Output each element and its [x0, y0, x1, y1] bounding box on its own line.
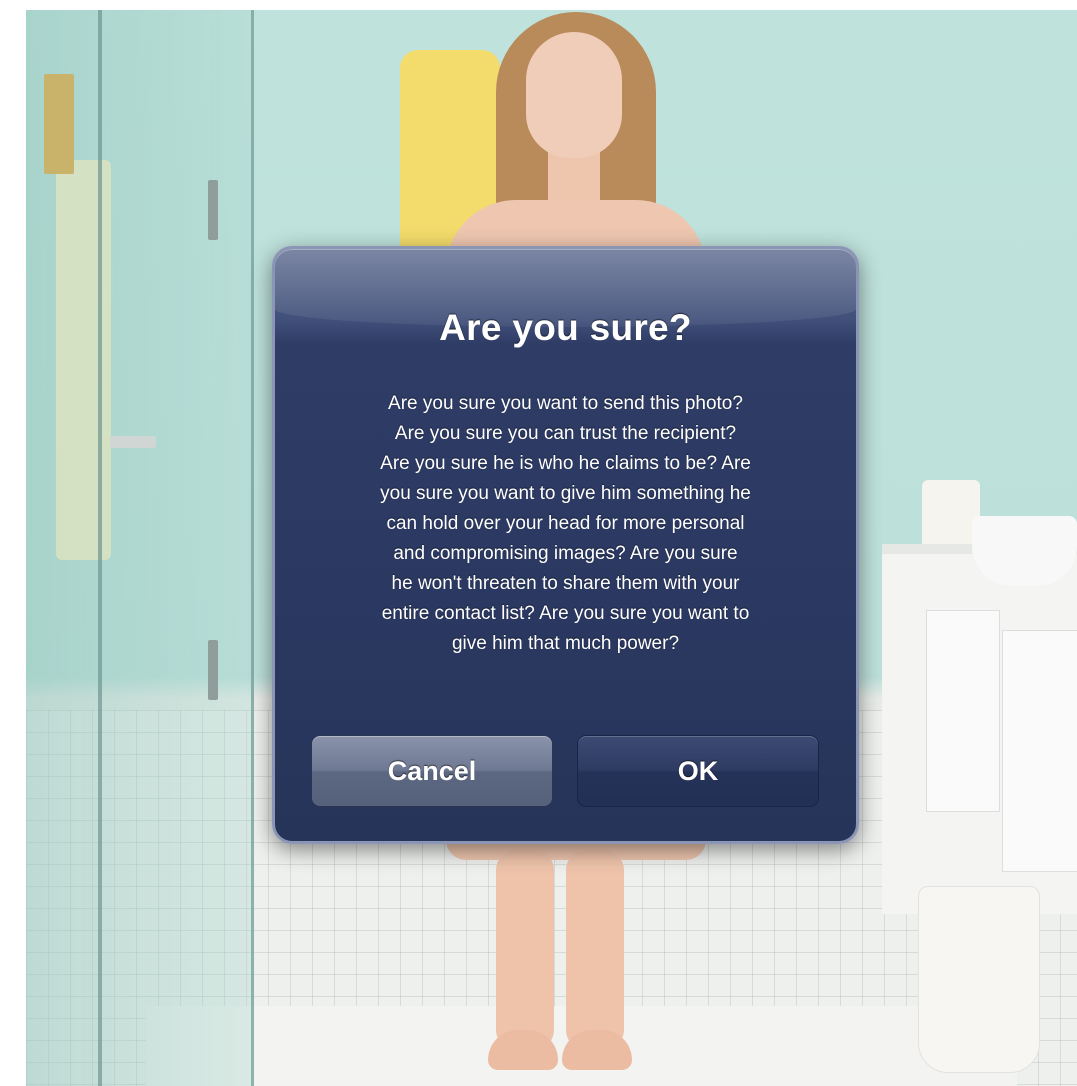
- person-right-leg: [566, 850, 624, 1050]
- glass-towel: [56, 160, 111, 560]
- person-head: [526, 32, 622, 158]
- wall-sign: [44, 74, 74, 174]
- person-left-leg: [496, 850, 554, 1050]
- cancel-button[interactable]: Cancel: [311, 735, 553, 807]
- vanity-drawer: [1002, 630, 1077, 872]
- hinge-bottom: [208, 640, 218, 700]
- sink: [972, 516, 1077, 586]
- glass-edge: [98, 10, 102, 1086]
- hinge-top: [208, 180, 218, 240]
- shower-handle: [110, 436, 156, 448]
- vanity-drawer: [926, 610, 1000, 812]
- dialog-message: Are you sure you want to send this photo…: [380, 393, 751, 654]
- ok-button[interactable]: OK: [577, 735, 819, 807]
- waste-bin: [918, 886, 1040, 1073]
- confirm-dialog: Are you sure? Are you sure you want to s…: [272, 246, 859, 844]
- dialog-title: Are you sure?: [439, 307, 692, 348]
